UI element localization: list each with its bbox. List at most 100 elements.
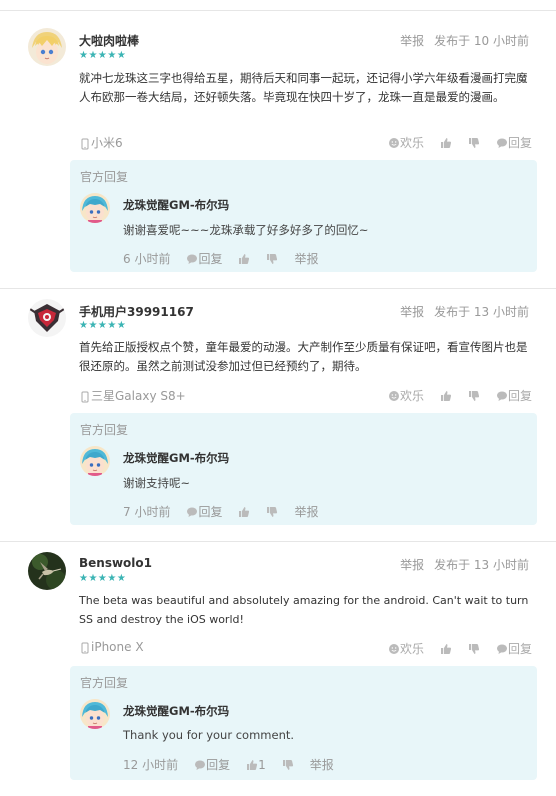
official-dislike-button[interactable] [282,759,294,771]
official-like-button[interactable]: 1 [246,758,266,772]
posted-time: 发布于 13 小时前 [434,305,529,319]
smile-icon [388,643,399,654]
thumb-down-icon [468,137,480,148]
gm-name[interactable]: 龙珠觉醒GM-布尔玛 [123,450,229,466]
device-label: iPhone X [79,640,144,654]
funny-button[interactable]: 欢乐 [388,640,424,657]
report-link[interactable]: 举报 [400,558,424,572]
comment-icon [187,507,198,517]
thumb-down-icon [468,390,480,401]
avatar[interactable] [28,28,66,66]
bulma-avatar-image [80,446,110,476]
like-button[interactable] [440,137,452,149]
review-list: 大啦肉啦棒 ★★★★★ 举报 发布于 10 小时前 就冲七龙珠这三字也得给五星，期… [0,0,556,796]
review-text: 首先给正版授权点个赞，童年最爱的动漫。大产制作至少质量有保证吧，看宣传图片也是很… [79,340,528,373]
review-actions: 欢乐 回复 [388,640,532,657]
reply-time: 6 小时前 [123,252,171,266]
official-report-link[interactable]: 举报 [294,250,318,267]
official-reply-button[interactable]: 回复 [186,503,222,520]
star-rating: ★★★★★ [79,50,127,61]
review-actions: 欢乐 回复 [388,387,532,404]
thumb-down-icon [468,643,480,654]
gm-avatar[interactable] [80,446,110,476]
star-rating: ★★★★★ [79,320,127,331]
reply-time: 7 小时前 [123,505,171,519]
thumb-down-icon [282,759,293,770]
official-reply: 官方回复 龙珠觉醒GM-布尔玛 谢谢支持呢~ 7 小时前 回复 举报 [70,413,537,525]
review-item: 大啦肉啦棒 ★★★★★ 举报 发布于 10 小时前 就冲七龙珠这三字也得给五星，期… [0,0,556,288]
mech-avatar-image [28,299,66,337]
review-item: Benswolo1 ★★★★★ 举报 发布于 13 小时前 The beta wa… [0,541,556,796]
official-reply-actions: 7 小时前 回复 举报 [123,503,334,520]
official-like-button[interactable] [238,506,250,518]
avatar[interactable] [28,299,66,337]
phone-icon [81,138,89,149]
report-link[interactable]: 举报 [400,305,424,319]
dislike-button[interactable] [468,643,480,655]
device-label: 小米6 [79,134,123,151]
smile-icon [388,137,399,148]
comment-icon [496,138,507,148]
reply-button[interactable]: 回复 [496,134,532,151]
official-dislike-button[interactable] [266,506,278,518]
official-reply-button[interactable]: 回复 [194,756,230,773]
bulma-avatar-image [80,699,110,729]
comment-icon [496,391,507,401]
thumb-up-icon [239,253,250,264]
official-reply-text: 谢谢喜爱呢~~~龙珠承载了好多好多了的回忆~ [123,223,369,237]
device-label: 三星Galaxy S8+ [79,387,186,404]
like-count: 1 [258,757,266,772]
funny-button[interactable]: 欢乐 [388,387,424,404]
gm-avatar[interactable] [80,699,110,729]
official-like-button[interactable] [238,253,250,265]
thumb-down-icon [267,506,278,517]
reply-button[interactable]: 回复 [496,387,532,404]
posted-time: 发布于 13 小时前 [434,558,529,572]
star-rating: ★★★★★ [79,573,127,584]
reply-time: 12 小时前 [123,758,179,772]
thumb-up-icon [247,759,258,770]
phone-icon [81,642,89,653]
official-reply-label: 官方回复 [80,423,129,437]
gm-avatar[interactable] [80,193,110,223]
gm-name[interactable]: 龙珠觉醒GM-布尔玛 [123,197,229,213]
review-text: 就冲七龙珠这三字也得给五星，期待后天和同事一起玩，还记得小学六年级看漫画打完魔人… [79,71,528,104]
official-reply-actions: 6 小时前 回复 举报 [123,250,334,267]
review-item: 手机用户39991167 ★★★★★ 举报 发布于 13 小时前 首先给正版授权点… [0,288,556,541]
report-link[interactable]: 举报 [400,34,424,48]
username[interactable]: Benswolo1 [79,556,152,570]
review-text: The beta was beautiful and absolutely am… [79,594,529,626]
comment-icon [195,760,206,770]
username[interactable]: 手机用户39991167 [79,303,194,320]
official-reply-text: 谢谢支持呢~ [123,476,191,490]
thumb-up-icon [440,643,452,654]
dislike-button[interactable] [468,390,480,402]
official-reply-button[interactable]: 回复 [186,250,222,267]
official-dislike-button[interactable] [266,253,278,265]
avatar[interactable] [28,552,66,590]
divider [0,288,556,289]
posted-time: 发布于 10 小时前 [434,34,529,48]
funny-button[interactable]: 欢乐 [388,134,424,151]
phone-icon [81,391,89,402]
review-meta: 举报 发布于 10 小时前 [400,32,529,49]
official-reply: 官方回复 龙珠觉醒GM-布尔玛 谢谢喜爱呢~~~龙珠承载了好多好多了的回忆~ 6… [70,160,537,272]
official-report-link[interactable]: 举报 [310,756,334,773]
thumb-up-icon [239,506,250,517]
official-report-link[interactable]: 举报 [294,503,318,520]
review-meta: 举报 发布于 13 小时前 [400,303,529,320]
anime-avatar-image [28,28,66,66]
like-button[interactable] [440,643,452,655]
username[interactable]: 大啦肉啦棒 [79,32,139,49]
like-button[interactable] [440,390,452,402]
gm-name[interactable]: 龙珠觉醒GM-布尔玛 [123,703,229,719]
official-reply-actions: 12 小时前 回复 1 举报 [123,756,350,773]
official-reply-label: 官方回复 [80,170,129,184]
thumb-down-icon [267,253,278,264]
reply-button[interactable]: 回复 [496,640,532,657]
dislike-button[interactable] [468,137,480,149]
hummingbird-avatar-image [28,552,66,590]
thumb-up-icon [440,137,452,148]
thumb-up-icon [440,390,452,401]
official-reply: 官方回复 龙珠觉醒GM-布尔玛 Thank you for your comme… [70,666,537,780]
